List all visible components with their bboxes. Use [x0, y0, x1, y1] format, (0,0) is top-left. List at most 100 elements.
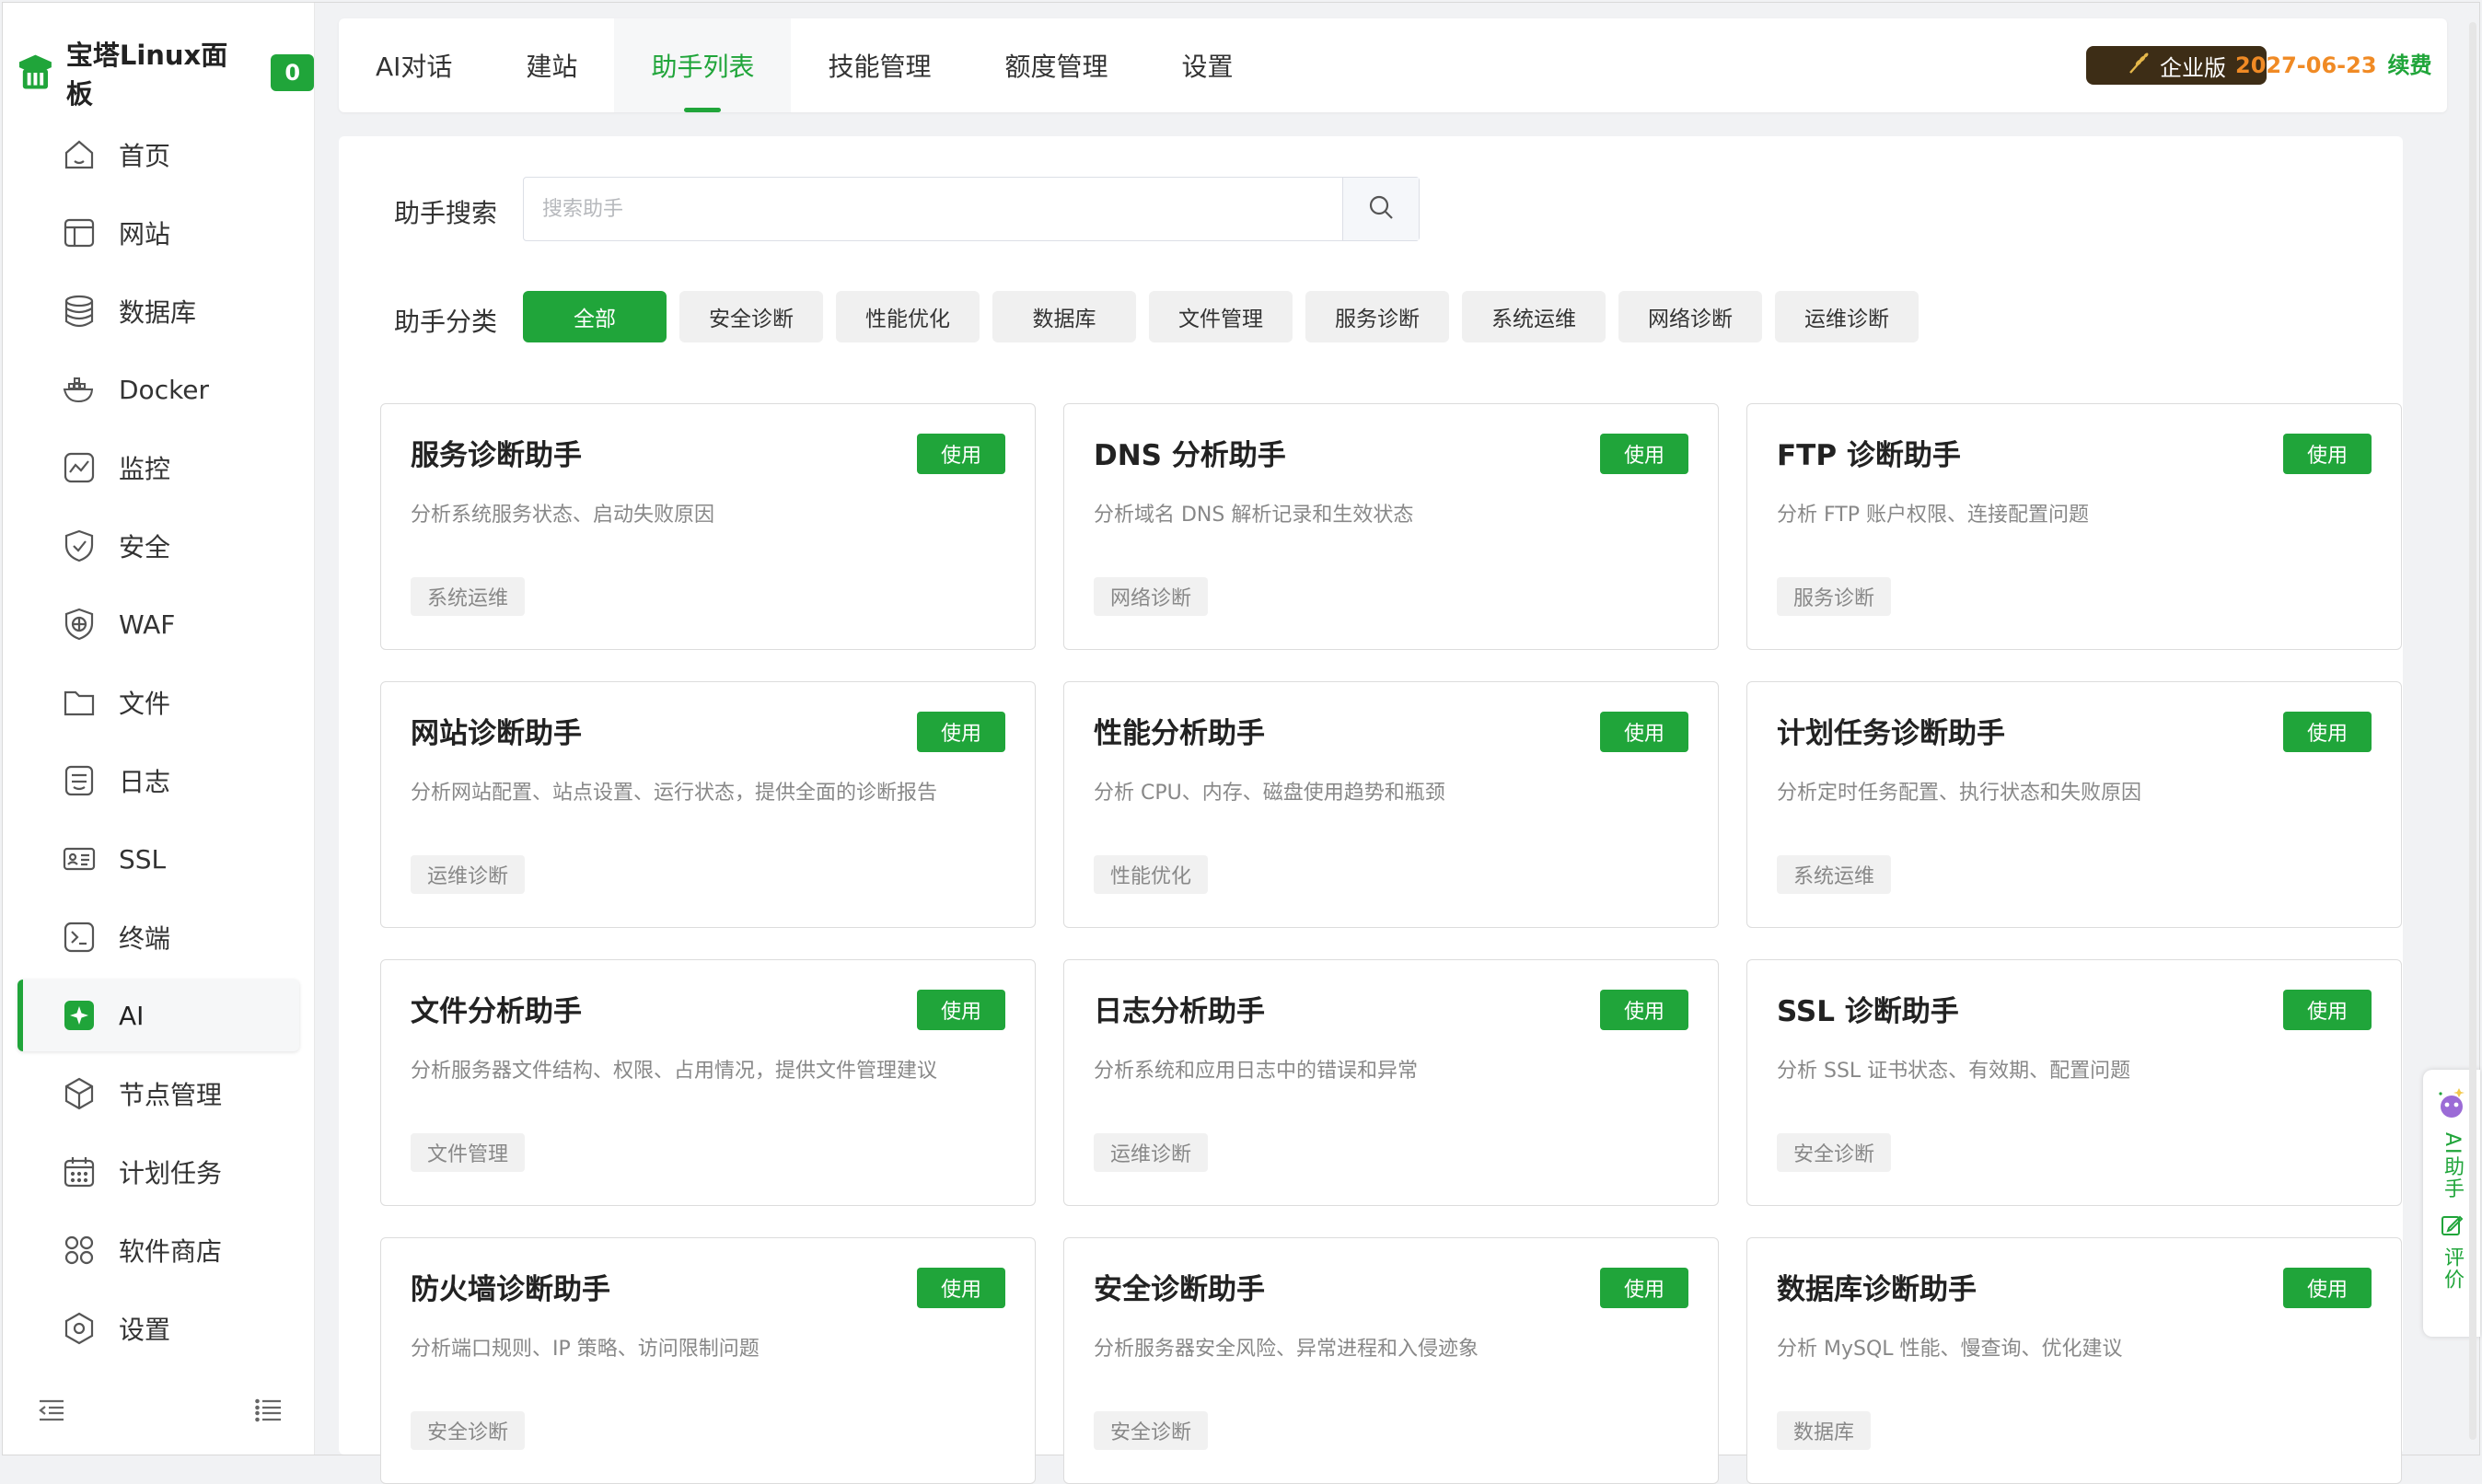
home-icon — [62, 137, 97, 172]
brand[interactable]: 宝塔Linux面板 0 — [17, 34, 314, 111]
rate-label[interactable]: 评价 — [2437, 1246, 2466, 1291]
use-button[interactable]: 使用 — [1600, 1268, 1688, 1308]
settings-icon — [62, 1311, 97, 1346]
assistant-card: DNS 分析助手 使用 分析域名 DNS 解析记录和生效状态 网络诊断 — [1063, 403, 1719, 650]
assistant-tag: 服务诊断 — [1777, 577, 1892, 616]
category-security[interactable]: 安全诊断 — [679, 291, 823, 342]
tabs: AI对话 建站 助手列表 技能管理 额度管理 设置 — [339, 18, 1270, 112]
sidebar-item-label: 计划任务 — [119, 1158, 223, 1188]
sidebar-nav: 首页 网站 数据库 Docker 监控 安全 WAF 文件 日志 SSL 终端 … — [17, 119, 299, 1371]
category-network[interactable]: 网络诊断 — [1618, 291, 1762, 342]
category-service[interactable]: 服务诊断 — [1305, 291, 1449, 342]
top-tab-bar: AI对话 建站 助手列表 技能管理 额度管理 设置 企业版 2027-06-23… — [339, 18, 2447, 112]
use-button[interactable]: 使用 — [917, 990, 1005, 1030]
assistant-tag: 安全诊断 — [411, 1411, 526, 1450]
ai-assistant-label[interactable]: AI助手 — [2437, 1132, 2466, 1200]
sidebar-item-waf[interactable]: WAF — [17, 588, 299, 660]
use-button[interactable]: 使用 — [2283, 990, 2372, 1030]
sidebar-item-security[interactable]: 安全 — [17, 510, 299, 582]
category-performance[interactable]: 性能优化 — [836, 291, 980, 342]
sidebar-item-store[interactable]: 软件商店 — [17, 1214, 299, 1286]
search-icon — [1367, 193, 1395, 225]
tab-build-site[interactable]: 建站 — [489, 18, 614, 112]
use-button[interactable]: 使用 — [917, 434, 1005, 474]
assistant-description: 分析 MySQL 性能、慢查询、优化建议 — [1777, 1338, 2123, 1361]
sidebar-item-label: 文件 — [119, 689, 171, 719]
sidebar-item-monitor[interactable]: 监控 — [17, 432, 299, 504]
assistant-name: SSL 诊断助手 — [1777, 995, 1959, 1028]
assistant-tag: 系统运维 — [1777, 855, 1892, 894]
category-database[interactable]: 数据库 — [992, 291, 1136, 342]
assistant-name: 防火墙诊断助手 — [411, 1273, 610, 1306]
tab-ai-chat[interactable]: AI对话 — [339, 18, 489, 112]
sidebar-item-label: SSL — [119, 843, 167, 875]
sidebar-item-settings[interactable]: 设置 — [17, 1293, 299, 1364]
assistant-description: 分析服务器文件结构、权限、占用情况，提供文件管理建议 — [411, 1060, 938, 1083]
tab-skill-management[interactable]: 技能管理 — [791, 18, 968, 112]
category-sysops[interactable]: 系统运维 — [1462, 291, 1606, 342]
sidebar-item-ssl[interactable]: SSL — [17, 823, 299, 895]
expire-info: 2027-06-23 续费 — [2235, 46, 2432, 85]
search-button[interactable] — [1342, 178, 1419, 240]
sidebar-item-nodes[interactable]: 节点管理 — [17, 1058, 299, 1130]
assistant-description: 分析 FTP 账户权限、连接配置问题 — [1777, 504, 2089, 527]
expire-date: 2027-06-23 — [2235, 52, 2377, 78]
category-file-management[interactable]: 文件管理 — [1149, 291, 1293, 342]
use-button[interactable]: 使用 — [1600, 712, 1688, 752]
tab-quota-management[interactable]: 额度管理 — [968, 18, 1144, 112]
sidebar-item-ai[interactable]: AI — [17, 980, 299, 1051]
sidebar-item-logs[interactable]: 日志 — [17, 745, 299, 817]
search-input[interactable] — [524, 178, 1342, 240]
brand-title: 宝塔Linux面板 — [65, 40, 228, 110]
notification-badge[interactable]: 0 — [271, 54, 314, 91]
assistant-name: DNS 分析助手 — [1094, 439, 1286, 472]
use-button[interactable]: 使用 — [2283, 434, 2372, 474]
use-button[interactable]: 使用 — [917, 1268, 1005, 1308]
renew-link[interactable]: 续费 — [2388, 52, 2432, 78]
assistant-card: 安全诊断助手 使用 分析服务器安全风险、异常进程和入侵迹象 安全诊断 — [1063, 1237, 1719, 1484]
sidebar-item-files[interactable]: 文件 — [17, 667, 299, 738]
use-button[interactable]: 使用 — [1600, 434, 1688, 474]
shield-icon — [62, 528, 97, 563]
assistant-name: 网站诊断助手 — [411, 717, 582, 750]
category-all[interactable]: 全部 — [523, 291, 667, 342]
sidebar-item-label: AI — [119, 1000, 145, 1031]
tab-settings[interactable]: 设置 — [1144, 18, 1270, 112]
sidebar: 宝塔Linux面板 0 首页 网站 数据库 Docker 监控 安全 WAF 文… — [3, 3, 315, 1455]
sidebar-item-home[interactable]: 首页 — [17, 119, 299, 191]
assistant-tag: 网络诊断 — [1094, 577, 1209, 616]
waf-icon — [62, 607, 97, 642]
sidebar-item-label: 设置 — [119, 1315, 171, 1345]
assistant-description: 分析系统和应用日志中的错误和异常 — [1094, 1060, 1419, 1083]
collapse-sidebar-icon[interactable] — [38, 1398, 65, 1426]
page-scrollbar[interactable] — [2469, 22, 2476, 1440]
sidebar-item-docker[interactable]: Docker — [17, 354, 299, 425]
assistant-card: 数据库诊断助手 使用 分析 MySQL 性能、慢查询、优化建议 数据库 — [1746, 1237, 2402, 1484]
sidebar-item-cron[interactable]: 计划任务 — [17, 1136, 299, 1208]
sidebar-item-label: 软件商店 — [119, 1236, 223, 1267]
use-button[interactable]: 使用 — [2283, 712, 2372, 752]
assistant-name: 文件分析助手 — [411, 995, 582, 1028]
sidebar-item-database[interactable]: 数据库 — [17, 275, 299, 347]
assistant-name: 日志分析助手 — [1094, 995, 1265, 1028]
assistant-name: FTP 诊断助手 — [1777, 439, 1961, 472]
calendar-icon — [62, 1154, 97, 1189]
menu-list-icon[interactable] — [255, 1398, 283, 1426]
use-button[interactable]: 使用 — [917, 712, 1005, 752]
assistant-name: 服务诊断助手 — [411, 439, 582, 472]
use-button[interactable]: 使用 — [1600, 990, 1688, 1030]
assistant-tag: 安全诊断 — [1094, 1411, 1209, 1450]
tab-assistant-list[interactable]: 助手列表 — [614, 18, 792, 112]
sidebar-item-label: 网站 — [119, 219, 171, 249]
category-ops[interactable]: 运维诊断 — [1775, 291, 1919, 342]
sidebar-item-website[interactable]: 网站 — [17, 197, 299, 269]
category-label: 助手分类 — [394, 307, 498, 337]
search-box — [523, 177, 1420, 241]
assistant-card: 日志分析助手 使用 分析系统和应用日志中的错误和异常 运维诊断 — [1063, 959, 1719, 1206]
assistant-card: 计划任务诊断助手 使用 分析定时任务配置、执行状态和失败原因 系统运维 — [1746, 681, 2402, 928]
assistant-card: FTP 诊断助手 使用 分析 FTP 账户权限、连接配置问题 服务诊断 — [1746, 403, 2402, 650]
sidebar-item-terminal[interactable]: 终端 — [17, 901, 299, 973]
use-button[interactable]: 使用 — [2283, 1268, 2372, 1308]
assistant-name: 数据库诊断助手 — [1777, 1273, 1977, 1306]
sidebar-item-label: 终端 — [119, 923, 171, 954]
